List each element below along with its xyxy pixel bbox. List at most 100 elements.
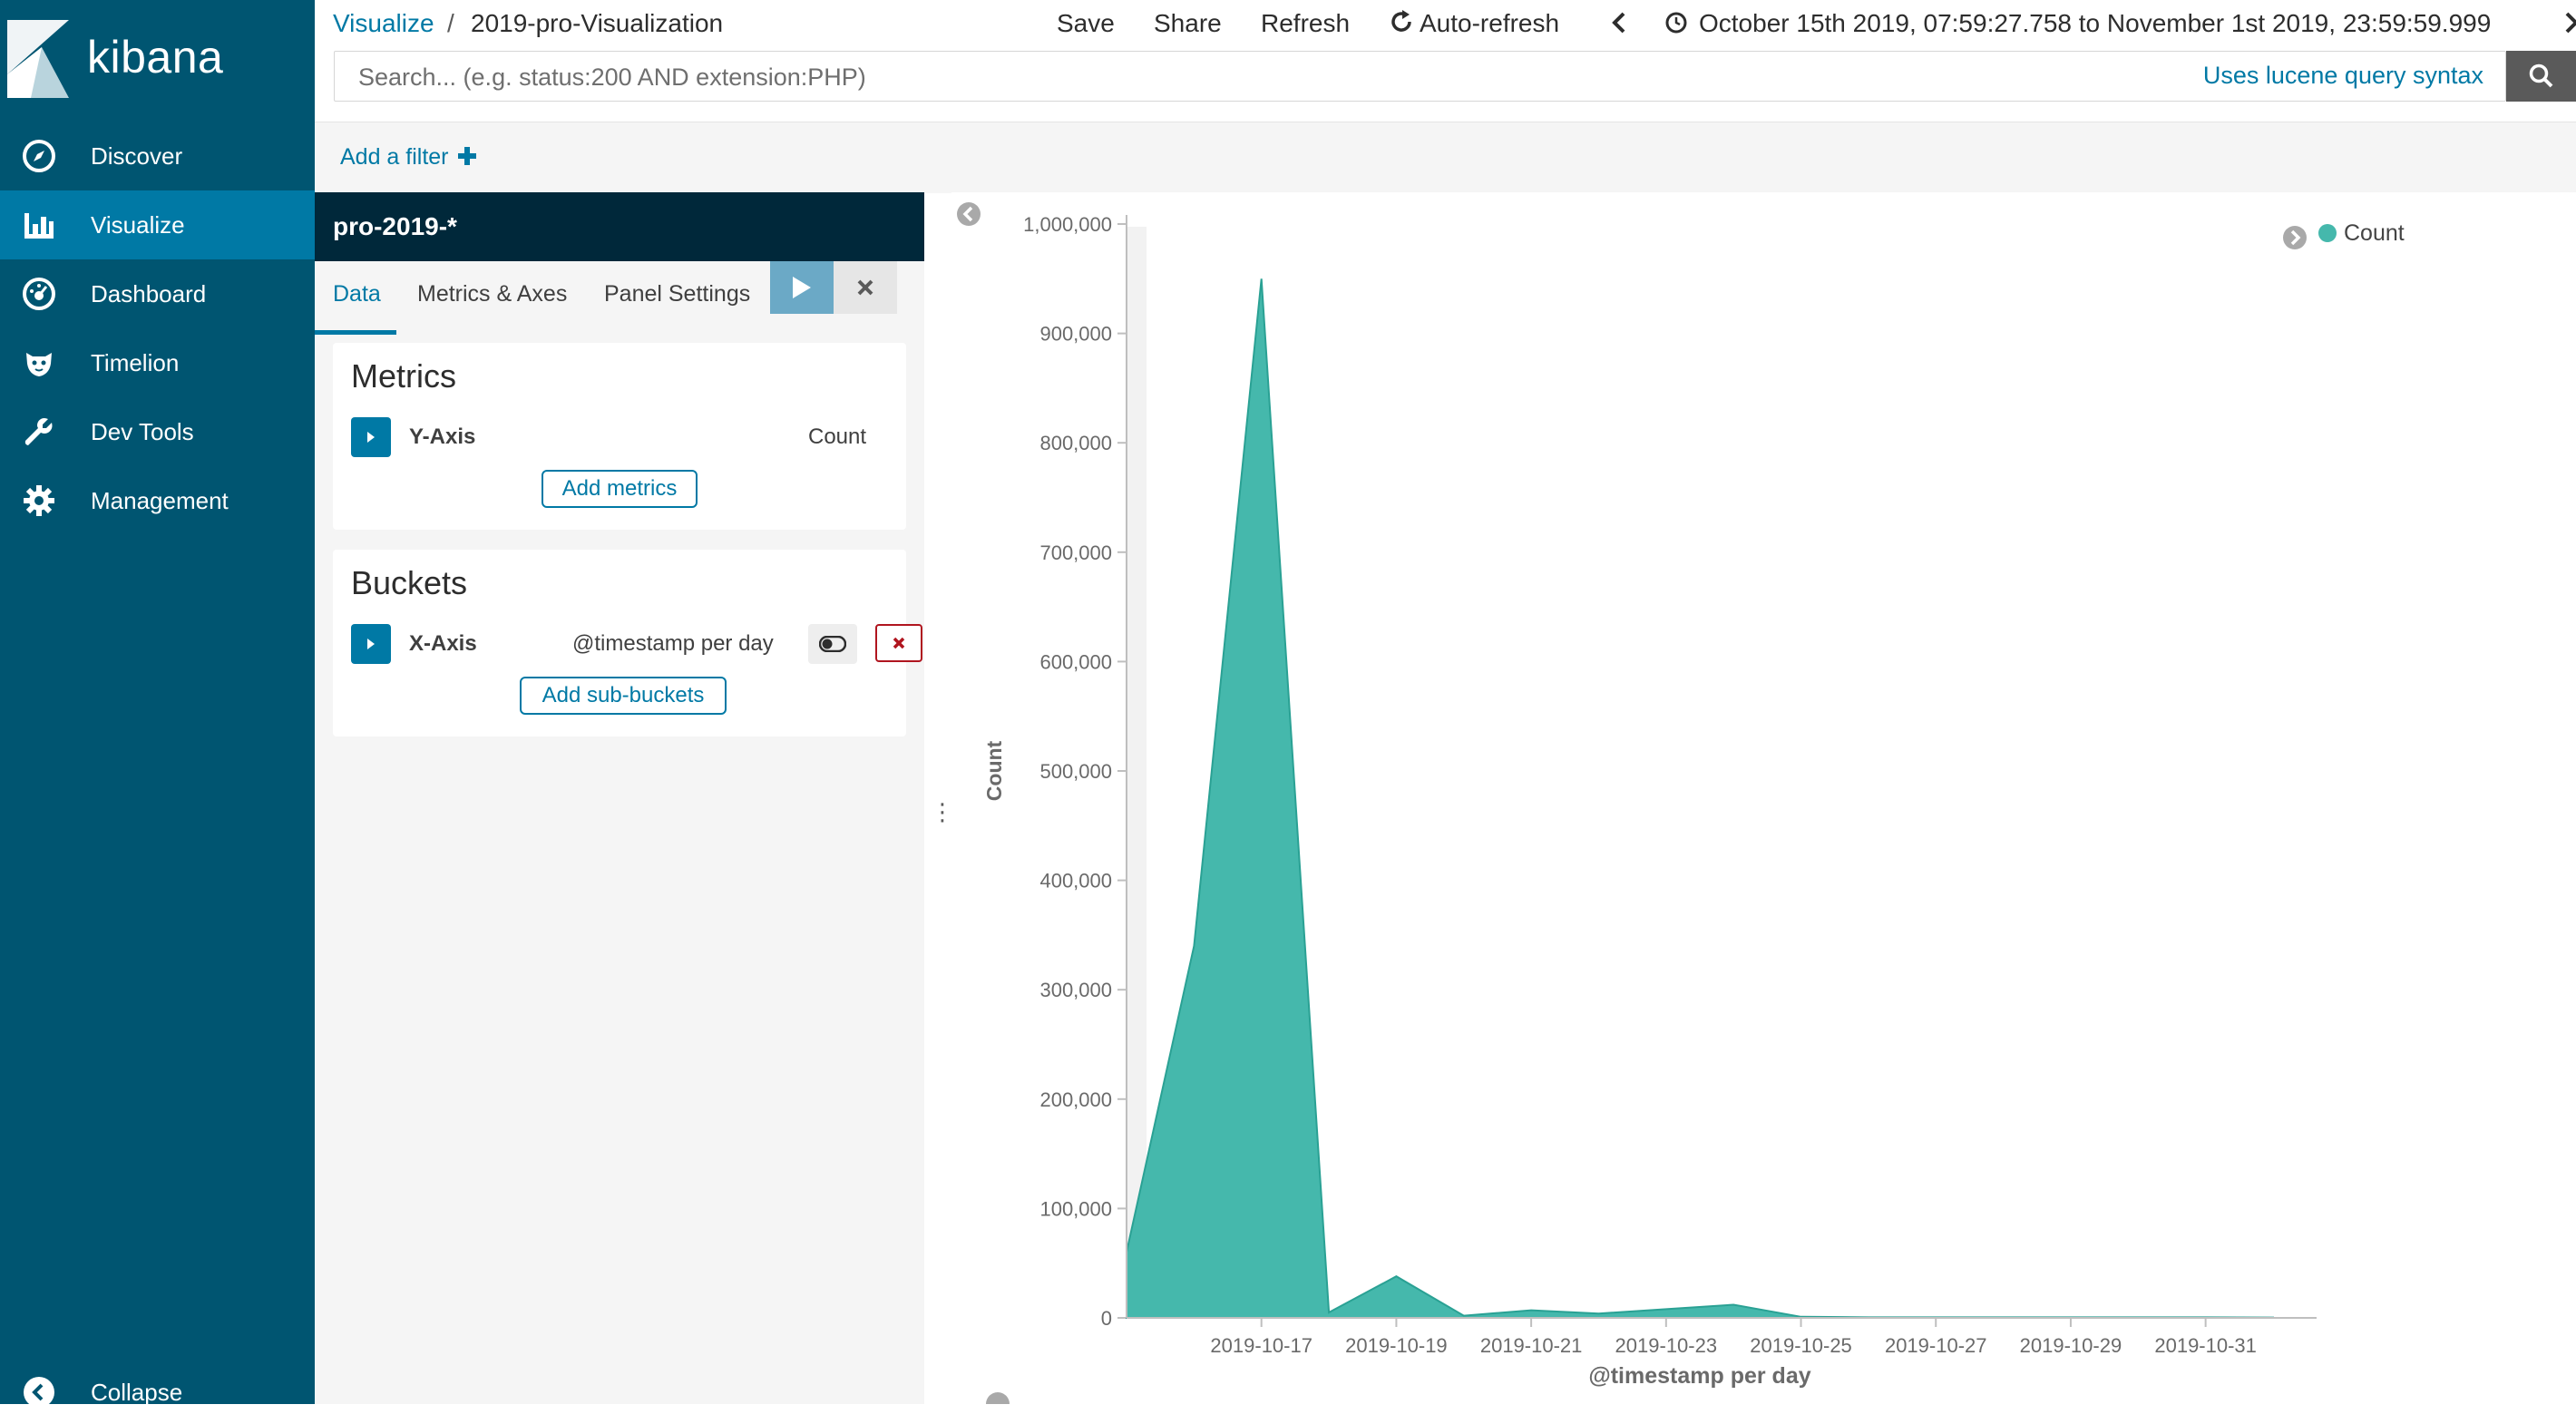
x-tick-label: 2019-10-27 <box>1885 1334 1987 1357</box>
sidebar-item-dashboard[interactable]: Dashboard <box>0 259 315 328</box>
x-tick-label: 2019-10-29 <box>2020 1334 2122 1357</box>
y-tick-label: 700,000 <box>1039 541 1112 564</box>
sidebar-item-visualize[interactable]: Visualize <box>0 190 315 259</box>
caret-right-icon <box>367 432 375 443</box>
time-range-picker[interactable]: October 15th 2019, 07:59:27.758 to Novem… <box>1699 9 2491 38</box>
y-axis-scroll-shadow <box>1127 227 1147 1284</box>
bar-chart-icon <box>20 206 58 244</box>
sidebar-item-management[interactable]: Management <box>0 466 315 535</box>
close-icon <box>857 279 873 296</box>
add-metrics-button[interactable]: Add metrics <box>542 470 698 508</box>
x-axis-title: @timestamp per day <box>1588 1363 1810 1389</box>
search-input[interactable] <box>356 59 2174 95</box>
area-chart: 0 100,000 200,000 300,000 400,000 500,000 600,… <box>957 202 2405 1404</box>
legend-swatch-count <box>2318 224 2337 242</box>
collapse-arrow-icon <box>20 1373 58 1411</box>
lucene-syntax-link[interactable]: Uses lucene query syntax <box>2203 62 2483 90</box>
metrics-title: Metrics <box>351 357 456 395</box>
collapse-editor-icon[interactable] <box>957 202 981 226</box>
save-button[interactable]: Save <box>1057 9 1115 38</box>
share-button[interactable]: Share <box>1154 9 1222 38</box>
tab-panel-settings[interactable]: Panel Settings <box>604 281 750 307</box>
top-nav: Visualize / 2019-pro-Visualization Save … <box>315 0 2576 47</box>
timelion-icon <box>20 344 58 382</box>
time-next-button[interactable] <box>2562 11 2576 41</box>
sidebar-item-label: Timelion <box>91 348 180 376</box>
time-prev-button[interactable] <box>1610 11 1628 41</box>
tab-metrics-axes[interactable]: Metrics & Axes <box>417 281 567 307</box>
scroll-down-icon <box>986 1392 1010 1404</box>
y-axis-description: Count <box>808 424 867 449</box>
y-axis-label: Y-Axis <box>409 424 476 449</box>
index-pattern-title: pro-2019-* <box>333 212 457 240</box>
sidebar-item-label: Discover <box>91 141 183 170</box>
kibana-logo-icon <box>7 20 69 98</box>
x-tick-label: 2019-10-21 <box>1480 1334 1583 1357</box>
metrics-card: Metrics Y-Axis Count Add metrics <box>333 343 906 530</box>
y-tick-label: 400,000 <box>1039 870 1112 892</box>
kibana-logo[interactable]: kibana <box>7 20 316 102</box>
apply-changes-button[interactable] <box>770 261 834 314</box>
collapse-label: Collapse <box>91 1378 183 1406</box>
y-tick-label: 900,000 <box>1039 323 1112 346</box>
buckets-card: Buckets X-Axis @timestamp per day Add su… <box>333 550 922 736</box>
x-axis-expand-button[interactable] <box>351 624 391 664</box>
page-title: 2019-pro-Visualization <box>471 9 724 37</box>
x-axis-aggregation: X-Axis @timestamp per day <box>351 624 922 664</box>
close-icon <box>893 637 905 649</box>
gear-icon <box>20 482 58 520</box>
wrench-icon <box>20 413 58 451</box>
y-axis-expand-button[interactable] <box>351 417 391 457</box>
y-tick-label: 600,000 <box>1039 650 1112 673</box>
sidebar-item-timelion[interactable]: Timelion <box>0 328 315 397</box>
sidebar-item-dev-tools[interactable]: Dev Tools <box>0 397 315 466</box>
y-tick-label: 300,000 <box>1039 979 1112 1001</box>
y-tick-label: 800,000 <box>1039 432 1112 454</box>
x-tick-label: 2019-10-19 <box>1345 1334 1448 1357</box>
series-area-count[interactable] <box>1126 278 2274 1319</box>
disable-aggregation-toggle[interactable] <box>808 624 857 664</box>
add-filter-label: Add a filter <box>340 144 449 170</box>
visualization-editor: pro-2019-* Data Metrics & Axes Panel Set… <box>315 192 924 1404</box>
filter-bar: Add a filter <box>315 122 2576 193</box>
auto-refresh-button[interactable]: Auto-refresh <box>1420 9 1559 38</box>
search-icon <box>2529 63 2552 88</box>
legend-entry-count[interactable]: Count <box>2344 220 2405 246</box>
sidebar-item-label: Management <box>91 486 229 514</box>
buckets-title: Buckets <box>351 564 468 601</box>
x-tick-label: 2019-10-25 <box>1750 1334 1852 1357</box>
clock-icon <box>1664 11 1688 41</box>
x-axis-ticks: 2019-10-17 2019-10-19 2019-10-21 2019-10-23… <box>1210 1318 2257 1357</box>
sidebar: kibana Discover Visualize Dashboard Time… <box>0 0 316 1408</box>
y-tick-label: 500,000 <box>1039 760 1112 783</box>
refresh-button[interactable]: Refresh <box>1261 9 1350 38</box>
sidebar-item-label: Dev Tools <box>91 417 194 445</box>
sidebar-item-discover[interactable]: Discover <box>0 122 315 190</box>
plus-icon <box>458 147 477 165</box>
caret-right-icon <box>367 639 375 649</box>
breadcrumb-visualize-link[interactable]: Visualize <box>333 9 434 38</box>
sidebar-nav: Discover Visualize Dashboard Timelion De… <box>0 122 315 535</box>
y-tick-label: 200,000 <box>1039 1088 1112 1111</box>
active-tab-indicator <box>315 330 396 335</box>
add-sub-buckets-button[interactable]: Add sub-buckets <box>520 677 727 715</box>
x-axis-description: @timestamp per day <box>572 631 774 656</box>
legend: Count <box>2283 220 2405 249</box>
x-tick-label: 2019-10-23 <box>1615 1334 1718 1357</box>
legend-toggle-icon[interactable] <box>2283 226 2307 249</box>
search-button[interactable] <box>2506 51 2576 102</box>
sidebar-item-label: Dashboard <box>91 279 207 307</box>
add-filter-button[interactable]: Add a filter <box>340 144 477 171</box>
tab-data[interactable]: Data <box>333 281 381 307</box>
y-tick-label: 0 <box>1101 1307 1112 1330</box>
refresh-icon <box>1390 10 1413 40</box>
x-axis-label: X-Axis <box>409 631 477 656</box>
discard-changes-button[interactable] <box>834 261 897 314</box>
visualization-chart: 0 100,000 200,000 300,000 400,000 500,000 600,… <box>951 192 2576 1404</box>
remove-aggregation-button[interactable] <box>875 624 922 662</box>
compass-icon <box>20 137 58 175</box>
x-tick-label: 2019-10-17 <box>1210 1334 1312 1357</box>
index-pattern-bar: pro-2019-* <box>315 192 924 261</box>
collapse-button[interactable]: Collapse <box>0 1361 315 1424</box>
y-axis-aggregation: Y-Axis Count <box>351 417 895 457</box>
